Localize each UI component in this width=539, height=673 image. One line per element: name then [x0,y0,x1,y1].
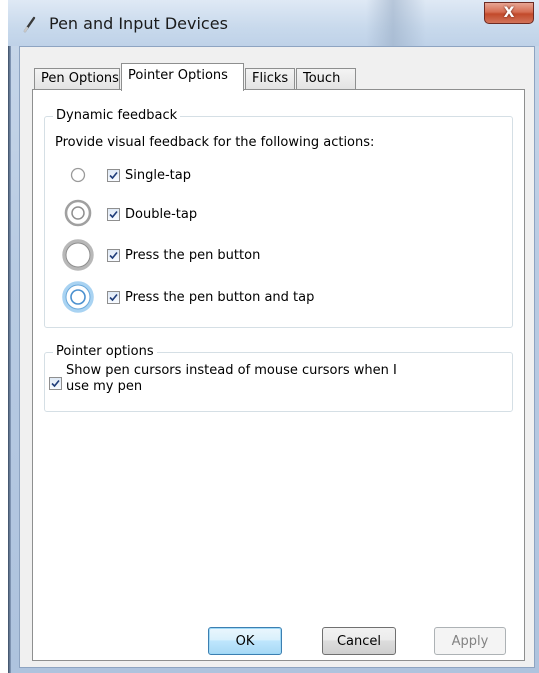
title-bar-reflection [366,0,426,46]
pen-icon [21,15,39,33]
press-button-tap-ring-icon [61,280,95,317]
window-title: Pen and Input Devices [49,14,228,33]
cancel-button[interactable]: Cancel [322,627,396,655]
pointer-options-panel: Dynamic feedback Provide visual feedback… [32,89,525,661]
dynamic-feedback-group: Dynamic feedback Provide visual feedback… [44,108,513,328]
dialog-window: Pen and Input Devices X Pen Options Poin… [8,0,539,673]
show-pen-cursors-checkbox[interactable] [49,377,62,390]
tab-pen-options[interactable]: Pen Options [34,68,120,90]
double-tap-ring-icon [63,198,93,231]
press-button-tap-label[interactable]: Press the pen button and tap [125,290,314,305]
tab-flicks[interactable]: Flicks [245,68,295,90]
single-tap-label[interactable]: Single-tap [125,168,191,183]
show-pen-cursors-label-line1[interactable]: Show pen cursors instead of mouse cursor… [66,363,397,378]
press-button-tap-checkbox[interactable] [107,291,120,304]
double-tap-label[interactable]: Double-tap [125,207,197,222]
pointer-options-title: Pointer options [53,344,157,359]
dynamic-feedback-description: Provide visual feedback for the followin… [55,135,375,150]
ok-button[interactable]: OK [208,627,282,655]
show-pen-cursors-label-line2[interactable]: use my pen [66,379,142,394]
single-tap-ring-icon [69,166,87,187]
tab-touch[interactable]: Touch [296,68,356,90]
apply-button[interactable]: Apply [434,627,506,655]
feedback-row-press-button-tap: Press the pen button and tap [45,281,505,313]
press-button-checkbox[interactable] [107,249,120,262]
close-button[interactable]: X [484,2,534,24]
close-icon: X [503,5,515,21]
feedback-row-press-button: Press the pen button [45,239,505,271]
tab-pointer-options[interactable]: Pointer Options [121,63,244,91]
pointer-options-group: Pointer options Show pen cursors instead… [44,344,513,412]
feedback-row-double-tap: Double-tap [45,199,505,227]
double-tap-checkbox[interactable] [107,208,120,221]
dialog-body: Pen Options Pointer Options Flicks Touch… [19,46,535,668]
press-button-ring-icon [61,238,95,275]
dynamic-feedback-title: Dynamic feedback [53,108,181,123]
press-button-label[interactable]: Press the pen button [125,248,260,263]
window-border [8,0,11,673]
feedback-row-single-tap: Single-tap [45,163,505,187]
title-bar[interactable]: Pen and Input Devices X [8,0,539,46]
single-tap-checkbox[interactable] [107,169,120,182]
